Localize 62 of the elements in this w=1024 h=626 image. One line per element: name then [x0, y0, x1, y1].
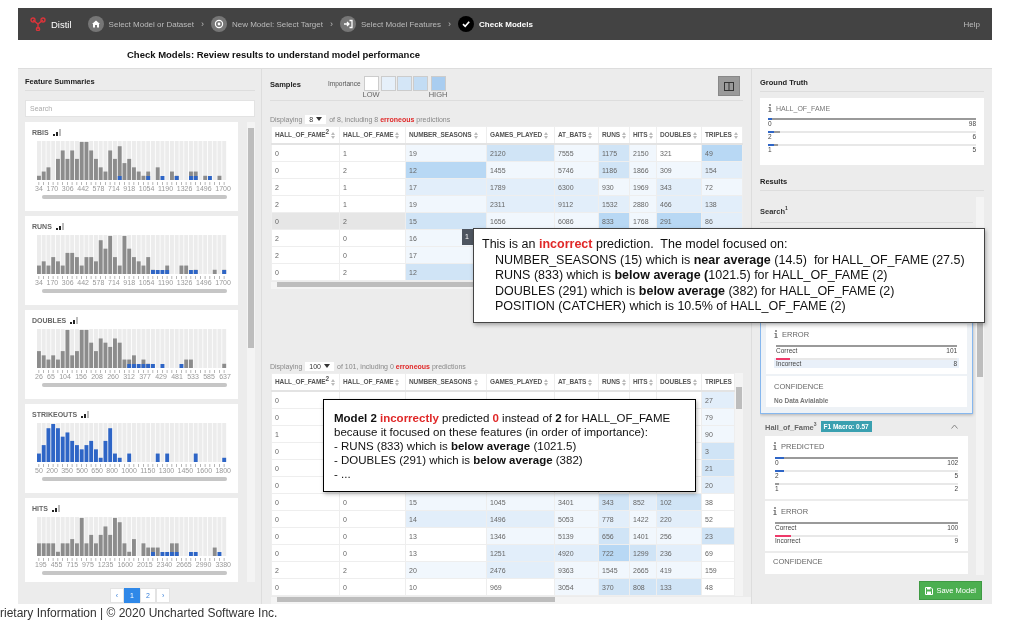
breadcrumb-separator: ›	[330, 19, 333, 29]
sort-icon	[649, 131, 654, 139]
signal-icon	[52, 128, 62, 136]
sort-icon	[622, 378, 627, 386]
signal-icon	[55, 222, 65, 230]
info-icon	[773, 507, 777, 515]
breadcrumb-step[interactable]: Select Model or Dataset	[108, 19, 194, 29]
explanation-line: NUMBER_SEASONS (15) which is near average (14.5) for HALL_OF_FAME (27.5)	[494, 252, 966, 268]
columns-button[interactable]	[718, 76, 740, 96]
range-slider[interactable]	[42, 383, 227, 387]
check-icon[interactable]	[458, 16, 475, 32]
footer-text: rietary Information | © 2020 Uncharted Software Inc.	[0, 606, 279, 620]
home-icon[interactable]	[87, 16, 104, 32]
sort-icon	[395, 131, 400, 139]
info-icon	[768, 104, 772, 112]
sort-icon	[544, 131, 549, 139]
sign-in-icon[interactable]	[340, 16, 356, 32]
breadcrumb-step[interactable]: New Model: Select Target	[231, 19, 323, 29]
signal-icon	[81, 410, 91, 418]
caret-icon	[316, 117, 323, 121]
columns-icon	[724, 81, 734, 91]
save-icon	[925, 586, 934, 595]
explanation-line: RUNS (833) which is below average (1021.5) for HALL_OF_FAME (2)	[494, 268, 889, 284]
brand-name: Distil	[51, 18, 72, 30]
scrollbar-thumb[interactable]	[277, 597, 556, 602]
range-slider[interactable]	[42, 195, 227, 199]
scrollbar-thumb[interactable]	[977, 322, 984, 377]
logo-icon	[30, 17, 46, 31]
sort-icon	[733, 131, 738, 139]
sort-icon	[693, 378, 698, 386]
sort-icon	[473, 131, 478, 139]
breadcrumb-separator: ›	[448, 19, 452, 29]
explanation-line: POSITION (CATCHER) which is 10.5% of HALL_OF_FAME (2)	[494, 299, 847, 315]
sort-icon	[544, 378, 549, 386]
help-link[interactable]: Help	[963, 19, 980, 29]
sort-icon	[330, 378, 335, 386]
chevron-icon[interactable]	[951, 423, 959, 429]
sort-icon	[330, 131, 335, 139]
sort-icon	[649, 378, 654, 386]
target-icon[interactable]	[210, 16, 227, 32]
scrollbar-thumb[interactable]	[277, 282, 475, 287]
sort-icon	[588, 378, 593, 386]
scrollbar-thumb[interactable]	[736, 387, 742, 409]
signal-icon	[51, 504, 61, 512]
signal-icon	[70, 316, 80, 324]
breadcrumb-step[interactable]: Select Model Features	[361, 19, 442, 29]
breadcrumb-step[interactable]: Check Models	[479, 19, 533, 29]
range-slider[interactable]	[42, 289, 227, 293]
info-icon	[774, 330, 778, 338]
breadcrumb-separator: ›	[200, 19, 204, 29]
scrollbar-thumb[interactable]	[248, 128, 255, 348]
info-icon	[773, 442, 777, 450]
caret-icon	[324, 364, 330, 368]
range-slider[interactable]	[42, 477, 227, 481]
sort-icon	[588, 131, 593, 139]
range-slider[interactable]	[42, 571, 227, 575]
sort-icon	[395, 378, 400, 386]
sort-icon	[693, 131, 698, 139]
sort-icon	[473, 378, 478, 386]
explanation-line: DOUBLES (291) which is below average (382) for HALL_OF_FAME (2)	[494, 283, 896, 299]
page-title: Check Models: Review results to understand model performance	[127, 48, 420, 60]
sort-icon	[622, 131, 627, 139]
